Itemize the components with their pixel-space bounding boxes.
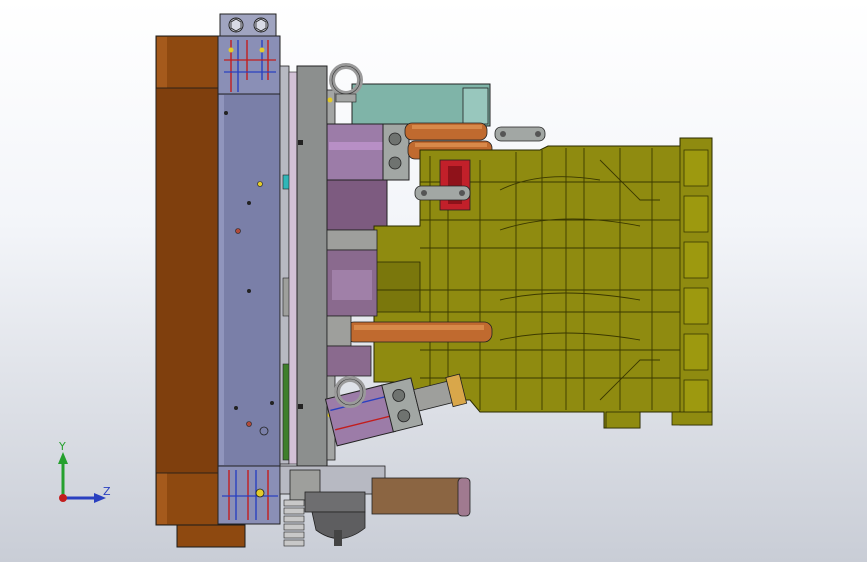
bottom-manifold-block[interactable] [217, 465, 281, 525]
upper-core-pull-cylinder[interactable] [326, 123, 410, 231]
top-hydraulic-cylinder[interactable] [329, 63, 491, 127]
spacer-strips [279, 65, 298, 465]
cavity-plate[interactable] [217, 93, 281, 467]
slider-block[interactable] [439, 159, 471, 211]
mold-assembly-model[interactable] [0, 0, 867, 562]
reference-triad: Y Z [44, 438, 124, 518]
top-manifold-block[interactable] [217, 13, 281, 95]
molded-part-housing[interactable] [373, 137, 713, 429]
bottom-ejector-assembly[interactable] [279, 465, 471, 547]
triad-axes [58, 452, 106, 503]
y-axis-label: Y [59, 440, 66, 453]
z-axis-label: Z [103, 485, 111, 498]
middle-mounting-block[interactable] [326, 229, 378, 317]
graphics-viewport[interactable]: Y Z [0, 0, 867, 562]
origin-point [59, 494, 67, 502]
